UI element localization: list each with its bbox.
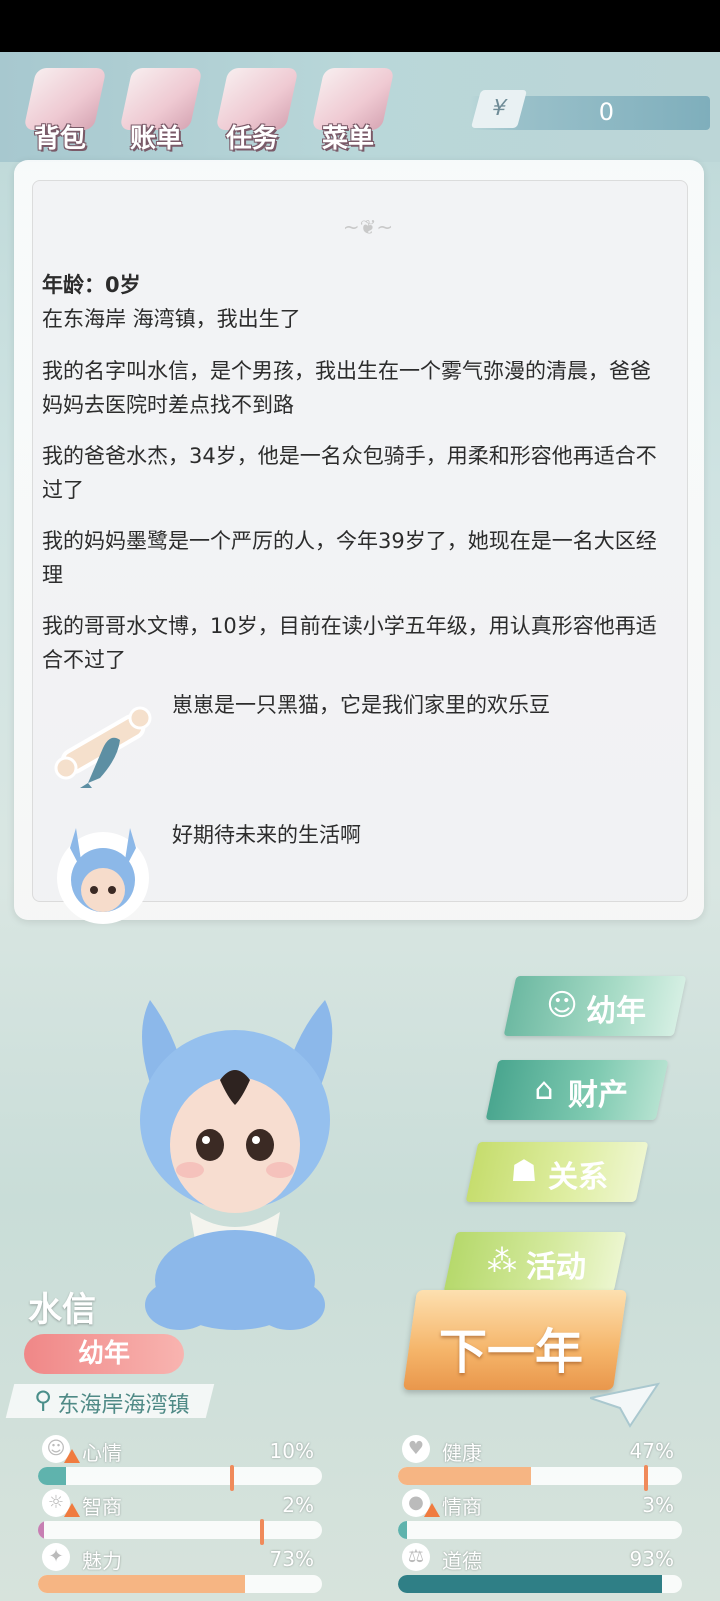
stat-value: 73%	[269, 1547, 314, 1571]
stat-value: 47%	[629, 1439, 674, 1463]
menu-label: 菜单	[321, 124, 374, 154]
next-year-label: 下一年	[439, 1324, 584, 1380]
backpack-button[interactable]: 背包	[12, 60, 108, 160]
stat-fill	[398, 1575, 663, 1593]
property-button[interactable]: ⌂ 财产	[485, 1060, 669, 1120]
stat-eq: ● 情商 3%	[394, 1489, 684, 1539]
dots-icon: ⁂	[487, 1244, 517, 1279]
stat-health: ♥ 健康 47%	[394, 1435, 684, 1491]
event-text: 好期待未来的生活啊	[172, 823, 361, 847]
backpack-label: 背包	[33, 124, 86, 154]
stat-threshold-marker	[644, 1465, 648, 1491]
stat-fill	[38, 1575, 246, 1593]
baby-avatar-icon	[57, 828, 149, 924]
stat-charm: ✦ 魅力 73%	[34, 1543, 324, 1593]
task-label: 任务	[225, 124, 278, 154]
activity-label: 活动	[526, 1250, 586, 1285]
activity-button[interactable]: ⁂ 活动	[443, 1232, 627, 1292]
character-avatar[interactable]	[110, 980, 360, 1340]
stat-fill	[38, 1467, 67, 1485]
story-line: 我的名字叫水信，是个男孩，我出生在一个雾气弥漫的清晨，爸爸妈妈去医院时差点找不到…	[42, 359, 651, 417]
menu-button[interactable]: 菜单	[300, 60, 396, 160]
house-icon: ⌂	[534, 1072, 554, 1107]
event-item: 崽崽是一只黑猫，它是我们家里的欢乐豆	[42, 688, 662, 798]
task-button[interactable]: 任务	[204, 60, 300, 160]
stat-fill	[398, 1467, 532, 1485]
yen-icon: ¥	[470, 90, 528, 128]
event-item: 好期待未来的生活啊	[42, 818, 662, 928]
life-stage-label: 幼年	[77, 1339, 130, 1369]
status-bar	[0, 0, 720, 52]
story-line: 我的妈妈墨鹭是一个严厉的人，今年39岁了，她现在是一名大区经理	[42, 529, 657, 587]
bill-button[interactable]: 账单	[108, 60, 204, 160]
warning-icon	[424, 1503, 440, 1517]
warning-icon	[64, 1503, 80, 1517]
people-icon: ☗	[510, 1154, 538, 1189]
age-text: 年龄：0岁	[42, 273, 141, 297]
heart-icon: ♥	[402, 1435, 430, 1463]
stat-bar	[398, 1521, 682, 1539]
warning-icon	[64, 1449, 80, 1463]
age-line: 年龄：0岁	[42, 268, 662, 302]
childhood-button[interactable]: ☺ 幼年	[503, 976, 687, 1036]
scale-icon: ⚖	[402, 1543, 430, 1571]
location-badge: ⚲ 东海岸海湾镇	[5, 1384, 215, 1418]
stat-name: 魅力	[82, 1549, 122, 1573]
stat-threshold-marker	[230, 1465, 234, 1491]
ornament-icon: ~❦~	[342, 215, 394, 239]
stat-fill	[38, 1521, 44, 1539]
stat-fill	[398, 1521, 407, 1539]
childhood-label: 幼年	[586, 994, 646, 1029]
fish-bone-icon	[54, 706, 152, 788]
relations-button[interactable]: ☗ 关系	[465, 1142, 649, 1202]
stat-name: 心情	[82, 1441, 122, 1465]
stat-bar	[38, 1521, 322, 1539]
stat-name: 智商	[82, 1495, 122, 1519]
stat-bar	[38, 1575, 322, 1593]
location-text: 东海岸海湾镇	[57, 1393, 190, 1418]
stats-panel: ☺ 心情 10% ♥ 健康 47% ☼ 智商 2% ● 情商 3% ✦ 魅力 7…	[34, 1435, 694, 1595]
stat-bar	[398, 1467, 682, 1485]
stat-threshold-marker	[260, 1519, 264, 1545]
stat-bar	[38, 1467, 322, 1485]
story-line: 我的爸爸水杰，34岁，他是一名众包骑手，用柔和形容他再适合不过了	[42, 444, 657, 502]
stat-value: 3%	[642, 1493, 674, 1517]
stat-name: 情商	[442, 1495, 482, 1519]
relations-label: 关系	[548, 1160, 608, 1195]
property-label: 财产	[568, 1078, 628, 1113]
stat-name: 健康	[442, 1441, 482, 1465]
stat-value: 93%	[629, 1547, 674, 1571]
stat-value: 2%	[282, 1493, 314, 1517]
stat-bar	[398, 1575, 682, 1593]
story-log: 年龄：0岁 在东海岸 海湾镇，我出生了 我的名字叫水信，是个男孩，我出生在一个雾…	[42, 268, 662, 694]
location-pin-icon: ⚲	[34, 1386, 52, 1414]
money-display: ¥ 0	[470, 90, 710, 130]
sparkle-icon: ✦	[42, 1543, 70, 1571]
stat-name: 道德	[442, 1549, 482, 1573]
stat-value: 10%	[269, 1439, 314, 1463]
stat-iq: ☼ 智商 2%	[34, 1489, 324, 1545]
life-stage-badge: 幼年	[24, 1334, 184, 1374]
bill-label: 账单	[129, 124, 182, 154]
paper-plane-icon	[590, 1382, 660, 1428]
story-line: 我的哥哥水文博，10岁，目前在读小学五年级，用认真形容他再适合不过了	[42, 614, 657, 672]
stat-mood: ☺ 心情 10%	[34, 1435, 324, 1491]
stat-morality: ⚖ 道德 93%	[394, 1543, 684, 1593]
baby-face-icon: ☺	[546, 988, 578, 1023]
event-text: 崽崽是一只黑猫，它是我们家里的欢乐豆	[172, 693, 550, 717]
next-year-button[interactable]: 下一年	[402, 1290, 628, 1390]
money-value: 0	[598, 98, 614, 126]
story-line: 在东海岸 海湾镇，我出生了	[42, 307, 301, 331]
character-name: 水信	[28, 1290, 96, 1330]
